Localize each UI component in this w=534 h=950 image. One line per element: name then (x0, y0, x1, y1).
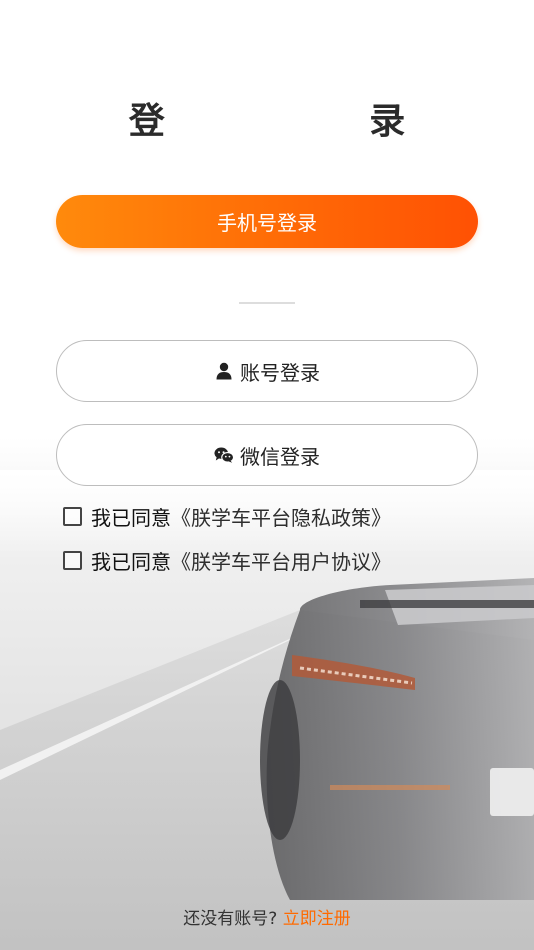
user-agreement-link[interactable]: 《朕学车平台用户协议》 (171, 546, 391, 575)
account-login-label: 账号登录 (240, 360, 320, 385)
wechat-login-label: 微信登录 (240, 444, 320, 469)
agreement-prefix: 我已同意 (91, 549, 171, 574)
wechat-icon (214, 445, 234, 465)
terms-agreement-checkbox[interactable] (63, 550, 82, 570)
divider (239, 302, 295, 304)
register-prompt: 还没有账号? (183, 909, 278, 929)
register-footer: 还没有账号? 立即注册 (0, 904, 534, 929)
phone-login-label: 手机号登录 (217, 211, 317, 235)
terms-agreement-row: 我已同意 《朕学车平台用户协议》 (63, 546, 391, 574)
wechat-login-button[interactable]: 微信登录 (56, 424, 478, 486)
phone-login-button[interactable]: 手机号登录 (56, 195, 478, 248)
account-login-button[interactable]: 账号登录 (56, 340, 478, 402)
privacy-agreement-checkbox[interactable] (63, 506, 82, 526)
register-link[interactable]: 立即注册 (283, 909, 351, 929)
privacy-policy-link[interactable]: 《朕学车平台隐私政策》 (171, 502, 391, 531)
login-page: 登 录 手机号登录 账号登录 微信登录 我已同意 《朕学车平台隐私政策》 我已同… (0, 0, 534, 950)
page-title: 登 录 (128, 101, 502, 142)
person-icon (214, 361, 234, 381)
agreement-prefix: 我已同意 (91, 505, 171, 530)
privacy-agreement-row: 我已同意 《朕学车平台隐私政策》 (63, 502, 391, 530)
